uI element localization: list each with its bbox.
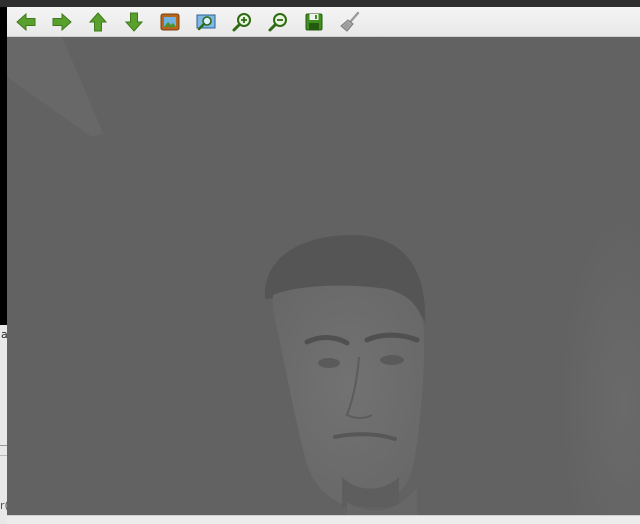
arrow-up-icon bbox=[88, 12, 108, 32]
arrow-down-icon bbox=[124, 12, 144, 32]
zoom-fit-button[interactable] bbox=[193, 9, 219, 35]
divider bbox=[0, 445, 7, 446]
up-button[interactable] bbox=[85, 9, 111, 35]
webcam-image bbox=[7, 37, 640, 515]
image-viewer-window bbox=[7, 7, 640, 524]
save-button[interactable] bbox=[301, 9, 327, 35]
desktop-top-strip bbox=[0, 0, 640, 7]
home-button[interactable] bbox=[157, 9, 183, 35]
status-bar bbox=[7, 515, 640, 524]
broom-icon bbox=[340, 11, 360, 32]
zoom-out-icon bbox=[268, 13, 287, 32]
divider bbox=[0, 455, 7, 456]
back-button[interactable] bbox=[13, 9, 39, 35]
clear-button[interactable] bbox=[337, 9, 363, 35]
forward-button[interactable] bbox=[49, 9, 75, 35]
zoom-in-icon bbox=[232, 13, 251, 32]
zoom-out-button[interactable] bbox=[265, 9, 291, 35]
down-button[interactable] bbox=[121, 9, 147, 35]
save-disk-icon bbox=[305, 13, 323, 31]
arrow-right-icon bbox=[52, 12, 72, 32]
image-canvas[interactable] bbox=[7, 37, 640, 515]
zoom-to-rect-icon bbox=[196, 14, 216, 31]
background-window-edge: a r( bbox=[0, 7, 9, 524]
zoom-in-button[interactable] bbox=[229, 9, 255, 35]
picture-frame-icon bbox=[160, 13, 180, 31]
background-window-panel bbox=[0, 325, 7, 524]
toolbar bbox=[7, 7, 640, 37]
arrow-left-icon bbox=[16, 12, 36, 32]
